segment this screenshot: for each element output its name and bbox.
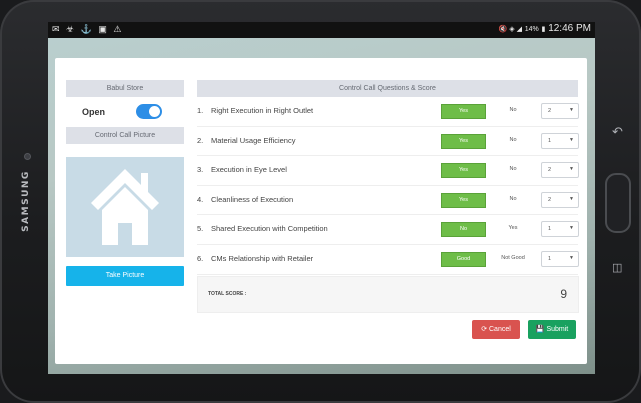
brand-logo: SAMSUNG — [21, 170, 31, 232]
caret-down-icon: ▼ — [569, 136, 574, 143]
question-number: 4. — [197, 194, 204, 204]
answer-option-button[interactable]: No — [491, 196, 535, 202]
question-row: 5. Shared Execution with Competition No Yes… — [197, 215, 579, 245]
toggle-knob — [149, 106, 160, 117]
question-row: 3. Execution in Eye Level Yes No 2 ▼ — [197, 156, 579, 186]
clock: 12:46 PM — [548, 23, 591, 34]
question-number: 2. — [197, 135, 204, 145]
answer-option-button[interactable]: Yes — [491, 225, 535, 231]
tablet-frame: SAMSUNG ↶ ◫ ✉ ☣ ⚓ ▣ ⚠ 🔇 ◈ ◢ 14% ▮ 12:46 … — [0, 0, 641, 403]
score-select[interactable]: 2 ▼ — [541, 162, 579, 179]
status-bar: ✉ ☣ ⚓ ▣ ⚠ 🔇 ◈ ◢ 14% ▮ 12:46 PM — [48, 22, 595, 38]
refresh-icon: ⟳ — [481, 326, 489, 333]
save-icon: 💾 — [535, 326, 547, 333]
recent-apps-icon[interactable]: ◫ — [612, 261, 622, 274]
question-row: 2. Material Usage Efficiency Yes No 1 ▼ — [197, 127, 579, 157]
status-right: 🔇 ◈ ◢ 14% ▮ 12:46 PM — [499, 23, 591, 34]
score-select[interactable]: 1 ▼ — [541, 221, 579, 238]
questions-header: Control Call Questions & Score — [197, 80, 578, 97]
answer-selected-button[interactable]: Good — [441, 251, 486, 267]
total-score-value: 9 — [560, 287, 567, 301]
take-picture-button[interactable]: Take Picture — [66, 266, 184, 286]
answer-selected-button[interactable]: Yes — [441, 133, 486, 149]
store-panel: Babul Store Open Control Call Picture Ta… — [66, 80, 184, 286]
answer-option-button[interactable]: No — [491, 137, 535, 143]
open-row: Open — [66, 101, 184, 127]
question-number: 6. — [197, 253, 204, 263]
camera-icon — [24, 153, 31, 160]
score-select[interactable]: 2 ▼ — [541, 191, 579, 208]
answer-option-button[interactable]: No — [491, 107, 535, 113]
back-key-icon[interactable]: ↶ — [612, 124, 623, 140]
answer-option-button[interactable]: Not Good — [491, 255, 535, 261]
submit-label: Submit — [546, 326, 569, 333]
cancel-button[interactable]: ⟳ Cancel — [472, 320, 520, 339]
total-score-box: TOTAL SCORE : 9 — [197, 276, 579, 313]
score-value: 1 — [548, 226, 552, 233]
caret-down-icon: ▼ — [569, 254, 574, 261]
score-value: 1 — [548, 137, 552, 144]
home-button[interactable] — [605, 173, 631, 233]
score-value: 2 — [548, 196, 552, 203]
question-row: 4. Cleanliness of Execution Yes No 2 ▼ — [197, 186, 579, 216]
question-text: Cleanliness of Execution — [211, 194, 294, 204]
score-value: 2 — [548, 108, 552, 114]
signal-icon: 🔇 ◈ ◢ — [498, 26, 522, 33]
caret-down-icon: ▼ — [569, 166, 574, 173]
caret-down-icon: ▼ — [569, 225, 574, 232]
battery-level: 14% — [524, 26, 539, 33]
question-text: Shared Execution with Competition — [211, 224, 328, 234]
score-value: 1 — [548, 255, 552, 262]
answer-selected-button[interactable]: Yes — [441, 104, 486, 119]
question-list: 1. Right Execution in Right Outlet Yes No 2 ▼… — [197, 97, 579, 275]
answer-selected-button[interactable]: No — [441, 222, 486, 238]
answer-option-button[interactable]: No — [491, 166, 535, 172]
house-icon — [91, 169, 159, 245]
picture-header: Control Call Picture — [66, 127, 184, 144]
score-select[interactable]: 1 ▼ — [541, 250, 579, 267]
score-value: 2 — [548, 167, 552, 174]
store-name: Babul Store — [66, 80, 184, 97]
question-number: 5. — [197, 224, 204, 234]
question-number: 3. — [197, 165, 204, 175]
question-text: CMs Relationship with Retailer — [211, 253, 314, 263]
question-row: 6. CMs Relationship with Retailer Good Not … — [197, 245, 579, 275]
question-text: Material Usage Efficiency — [211, 135, 296, 145]
picture-placeholder — [66, 157, 184, 257]
total-score-label: TOTAL SCORE : — [208, 291, 247, 297]
caret-down-icon: ▼ — [569, 107, 574, 113]
score-select[interactable]: 2 ▼ — [541, 103, 579, 119]
battery-icon: ▮ — [541, 26, 546, 33]
submit-button[interactable]: 💾 Submit — [528, 320, 576, 339]
cancel-label: Cancel — [489, 326, 511, 333]
notification-icons: ✉ ☣ ⚓ ▣ ⚠ — [52, 24, 124, 34]
open-toggle[interactable] — [136, 104, 162, 119]
control-call-card: Babul Store Open Control Call Picture Ta… — [55, 58, 587, 364]
questions-panel: Control Call Questions & Score 1. Right E… — [197, 80, 579, 275]
question-text: Execution in Eye Level — [211, 165, 287, 175]
question-number: 1. — [197, 106, 204, 115]
score-select[interactable]: 1 ▼ — [541, 132, 579, 149]
answer-selected-button[interactable]: Yes — [441, 192, 486, 208]
answer-selected-button[interactable]: Yes — [441, 163, 486, 179]
caret-down-icon: ▼ — [569, 195, 574, 202]
open-label: Open — [82, 107, 106, 117]
question-row: 1. Right Execution in Right Outlet Yes No 2 ▼ — [197, 97, 579, 127]
screen: ✉ ☣ ⚓ ▣ ⚠ 🔇 ◈ ◢ 14% ▮ 12:46 PM Babul Sto… — [48, 22, 595, 374]
question-text: Right Execution in Right Outlet — [211, 106, 314, 115]
